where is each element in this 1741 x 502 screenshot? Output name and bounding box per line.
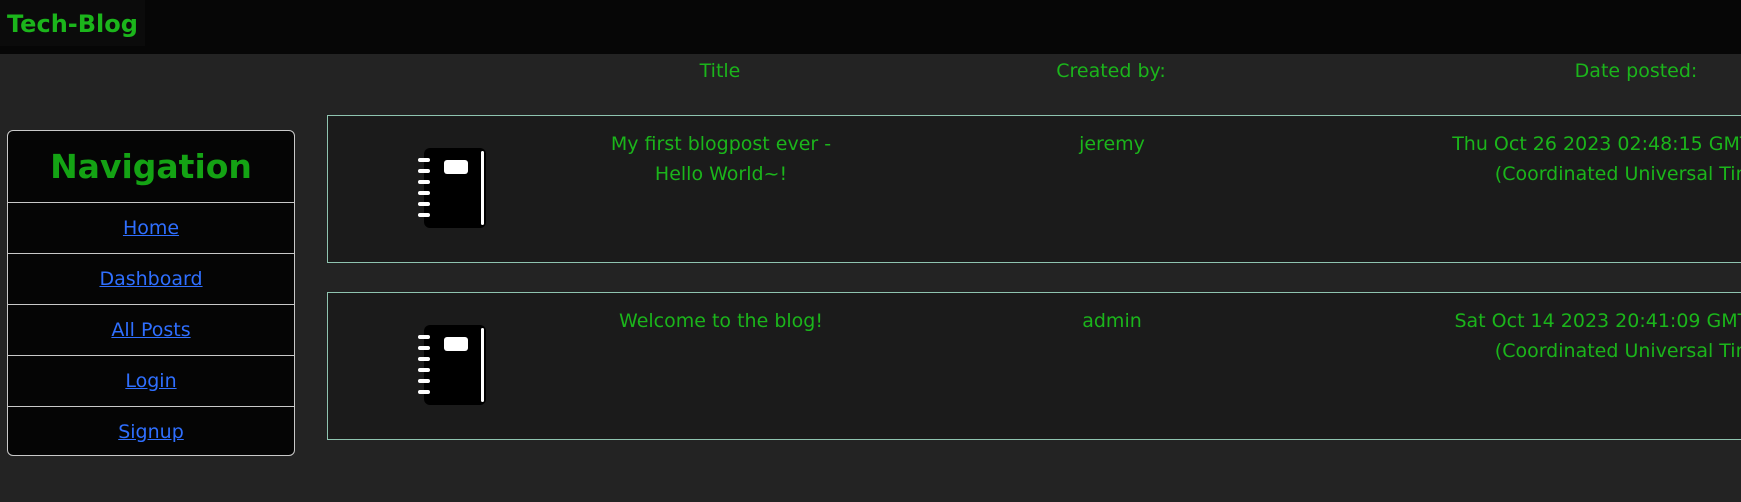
nav-link-home[interactable]: Home (123, 217, 179, 239)
top-bar: Tech-Blog (0, 0, 1741, 54)
navigation-panel: Navigation Home Dashboard All Posts Logi… (7, 130, 295, 456)
nav-link-signup[interactable]: Signup (118, 421, 184, 443)
column-header-date-posted: Date posted: (1574, 60, 1698, 82)
notebook-icon (418, 148, 486, 228)
notebook-icon (418, 325, 486, 405)
nav-item-login: Login (8, 356, 294, 407)
brand-logo-text[interactable]: Tech-Blog (0, 0, 145, 46)
column-header-created-by: Created by: (1056, 60, 1166, 82)
post-author: jeremy (1079, 133, 1145, 155)
post-title[interactable]: My first blogpost ever - Hello World~! (606, 129, 836, 189)
post-card[interactable]: My first blogpost ever - Hello World~! j… (327, 115, 1741, 263)
nav-item-all-posts: All Posts (8, 305, 294, 356)
post-date: Thu Oct 26 2023 02:48:15 GMT+0000 (Coord… (1452, 133, 1741, 185)
nav-item-signup: Signup (8, 407, 294, 455)
post-author: admin (1082, 310, 1142, 332)
nav-link-login[interactable]: Login (125, 370, 176, 392)
post-date: Sat Oct 14 2023 20:41:09 GMT+0000 (Coord… (1454, 310, 1741, 362)
nav-item-home: Home (8, 203, 294, 254)
post-title[interactable]: Welcome to the blog! (606, 306, 836, 336)
column-header-title: Title (699, 60, 741, 82)
post-card[interactable]: Welcome to the blog! admin Sat Oct 14 20… (327, 292, 1741, 440)
nav-link-dashboard[interactable]: Dashboard (99, 268, 202, 290)
nav-item-dashboard: Dashboard (8, 254, 294, 305)
nav-link-all-posts[interactable]: All Posts (111, 319, 190, 341)
navigation-title: Navigation (8, 131, 294, 203)
